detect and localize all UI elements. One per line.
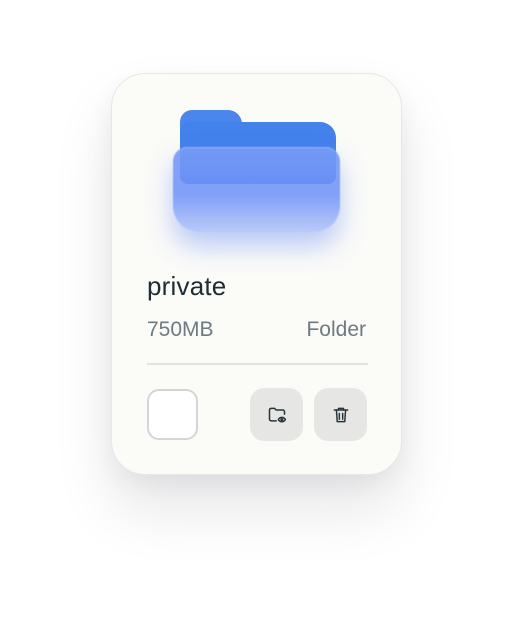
item-size: 750MB [147,318,214,341]
delete-button[interactable] [314,388,367,441]
view-folder-button[interactable] [250,388,303,441]
folder-icon [170,104,340,234]
item-type: Folder [306,318,366,341]
select-checkbox[interactable] [147,389,198,440]
file-card[interactable]: private 750MB Folder [111,73,402,475]
folder-eye-icon [268,407,286,422]
stage: private 750MB Folder [0,0,513,624]
divider [147,363,368,365]
item-name: private [147,271,227,301]
folder-front [173,147,340,232]
trash-icon [333,407,348,422]
